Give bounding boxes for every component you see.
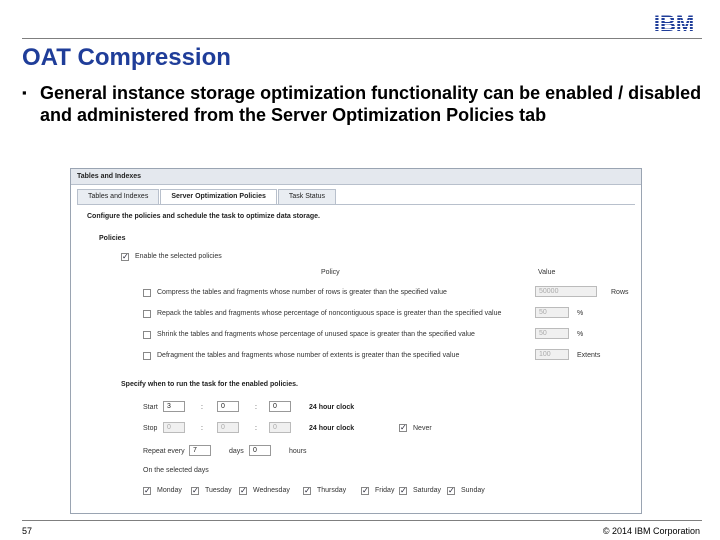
weekday-label-saturday: Saturday [413, 487, 442, 494]
policy-label-shrink: Shrink the tables and fragments whose pe… [157, 331, 475, 338]
tab-task-status[interactable]: Task Status [277, 189, 337, 204]
start-colon-1: : [201, 404, 203, 411]
weekday-checkbox-wednesday[interactable]: ✓ [239, 487, 247, 495]
policy-checkbox-shrink[interactable] [143, 331, 151, 339]
enable-policies-label: Enable the selected policies [135, 253, 222, 260]
bullet-text: General instance storage optimization fu… [40, 83, 702, 125]
days-heading: On the selected days [143, 467, 209, 474]
weekday-checkbox-thursday[interactable]: ✓ [303, 487, 311, 495]
policy-checkbox-repack[interactable] [143, 310, 151, 318]
policy-value-compress[interactable]: 50000 [535, 286, 597, 297]
slide-title: OAT Compression [22, 44, 231, 71]
weekday-checkbox-friday[interactable]: ✓ [361, 487, 369, 495]
policy-value-defragment[interactable]: 100 [535, 349, 569, 360]
footer-rule [22, 520, 702, 521]
start-hour-input[interactable]: 3 [163, 401, 185, 412]
repeat-label: Repeat every [143, 448, 185, 455]
policies-heading: Policies [99, 235, 126, 242]
policy-unit-shrink: % [577, 331, 584, 338]
stop-label: Stop [143, 425, 158, 432]
bullet-point: ▪ General instance storage optimization … [22, 82, 702, 126]
enable-policies-checkbox[interactable]: ✓ [121, 253, 129, 261]
policy-label-defragment: Defragment the tables and fragments whos… [157, 352, 460, 359]
stop-hour-input[interactable]: 0 [163, 422, 185, 433]
stop-second-input[interactable]: 0 [269, 422, 291, 433]
title-rule [22, 38, 702, 39]
never-label: Never [413, 425, 432, 432]
weekday-label-friday: Friday [375, 487, 395, 494]
stop-colon-1: : [201, 425, 203, 432]
weekday-label-tuesday: Tuesday [205, 487, 232, 494]
policy-value-repack[interactable]: 50 [535, 307, 569, 318]
tab-divider [77, 204, 635, 205]
tab-server-optimization-policies[interactable]: Server Optimization Policies [160, 189, 277, 204]
start-minute-input[interactable]: 0 [217, 401, 239, 412]
stop-clock-label: 24 hour clock [309, 425, 355, 432]
stop-minute-input[interactable]: 0 [217, 422, 239, 433]
weekday-label-sunday: Sunday [461, 487, 485, 494]
policy-label-repack: Repack the tables and fragments whose pe… [157, 310, 502, 317]
weekday-checkbox-monday[interactable]: ✓ [143, 487, 151, 495]
policy-unit-defragment: Extents [577, 352, 601, 359]
column-header-value: Value [538, 269, 556, 276]
tab-bar: Tables and Indexes Server Optimization P… [77, 189, 337, 204]
start-label: Start [143, 404, 158, 411]
repeat-days-input[interactable]: 7 [189, 445, 211, 456]
column-header-policy: Policy [321, 269, 340, 276]
repeat-hours-input[interactable]: 0 [249, 445, 271, 456]
app-title: Tables and Indexes [71, 169, 641, 185]
weekday-checkbox-sunday[interactable]: ✓ [447, 487, 455, 495]
weekday-label-thursday: Thursday [317, 487, 347, 494]
hours-label: hours [289, 448, 307, 455]
weekday-label-wednesday: Wednesday [253, 487, 290, 494]
copyright: © 2014 IBM Corporation [602, 526, 700, 536]
ibm-logo: IBM [654, 12, 694, 34]
days-label: days [229, 448, 244, 455]
policy-unit-repack: % [577, 310, 584, 317]
start-colon-2: : [255, 404, 257, 411]
weekday-checkbox-saturday[interactable]: ✓ [399, 487, 407, 495]
policy-unit-compress: Rows [611, 289, 629, 296]
start-second-input[interactable]: 0 [269, 401, 291, 412]
intro-text: Configure the policies and schedule the … [87, 213, 320, 220]
policy-value-shrink[interactable]: 50 [535, 328, 569, 339]
tab-tables-and-indexes[interactable]: Tables and Indexes [77, 189, 160, 204]
bullet-square-icon: ▪ [22, 85, 27, 100]
ibm-logo-text: IBM [654, 12, 694, 34]
never-checkbox[interactable]: ✓ [399, 424, 407, 432]
schedule-heading: Specify when to run the task for the ena… [121, 381, 298, 388]
policy-checkbox-compress[interactable] [143, 289, 151, 297]
page-number: 57 [22, 526, 33, 536]
policy-label-compress: Compress the tables and fragments whose … [157, 289, 447, 296]
weekday-label-monday: Monday [157, 487, 182, 494]
weekday-checkbox-tuesday[interactable]: ✓ [191, 487, 199, 495]
policy-checkbox-defragment[interactable] [143, 352, 151, 360]
start-clock-label: 24 hour clock [309, 404, 355, 411]
stop-colon-2: : [255, 425, 257, 432]
app-screenshot: Tables and Indexes Tables and Indexes Se… [70, 168, 642, 514]
